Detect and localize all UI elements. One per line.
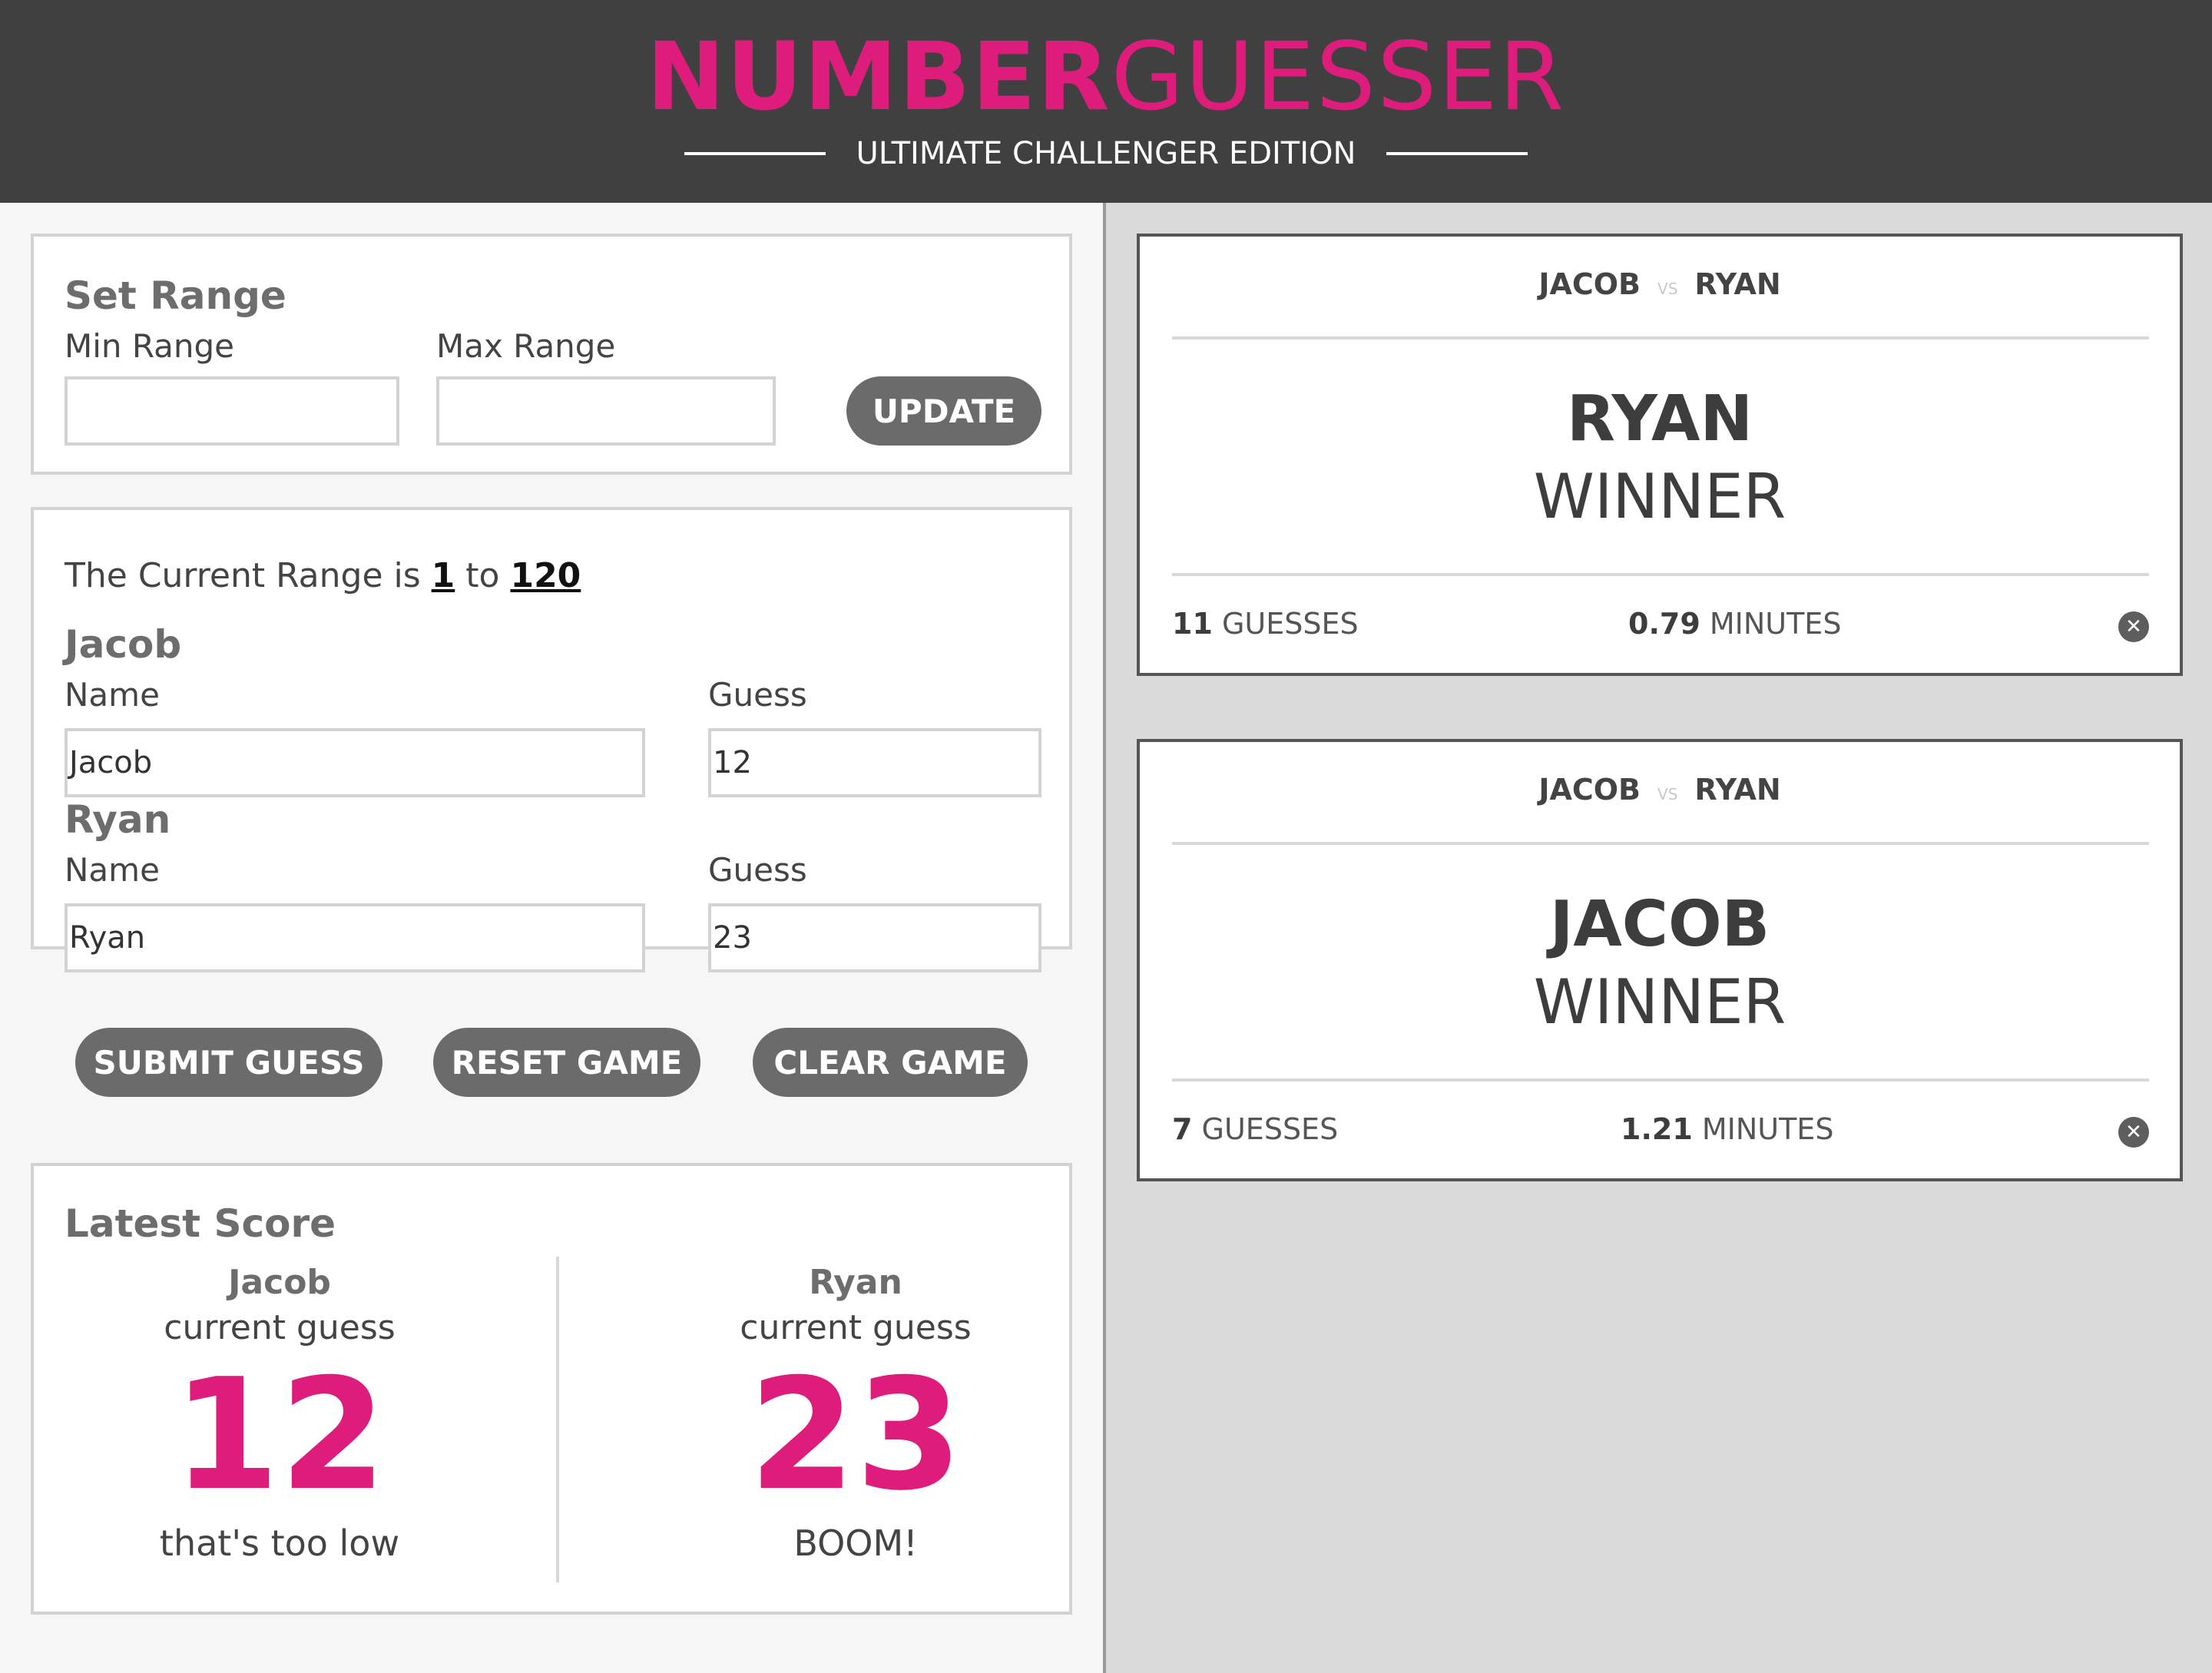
minutes-value: 0.79 bbox=[1628, 607, 1700, 641]
left-panel: Set Range Min Range Max Range UPDATE The… bbox=[0, 203, 1103, 1673]
player1-name-input[interactable]: Jacob bbox=[65, 728, 645, 797]
minutes-label: MINUTES bbox=[1701, 1112, 1834, 1146]
app-subtitle: ULTIMATE CHALLENGER EDITION bbox=[856, 136, 1356, 171]
minutes-label: MINUTES bbox=[1709, 607, 1842, 641]
latest-score-card: Latest Score Jacob current guess 12 that… bbox=[31, 1163, 1072, 1615]
range-min-value: 1 bbox=[431, 556, 455, 595]
winner-label: WINNER bbox=[1533, 461, 1786, 532]
player1-score: Jacob current guess 12 that's too low bbox=[34, 1263, 525, 1564]
matchup-player1: JACOB bbox=[1538, 267, 1641, 301]
winner-name: JACOB bbox=[1549, 888, 1770, 961]
vs-label: VS bbox=[1657, 280, 1678, 298]
close-icon[interactable]: ✕ bbox=[2118, 1117, 2149, 1148]
result-divider-bottom bbox=[1172, 1078, 2149, 1082]
range-to: to bbox=[465, 556, 500, 595]
range-prefix: The Current Range is bbox=[65, 556, 421, 595]
player2-score-name: Ryan bbox=[809, 1263, 902, 1302]
minutes-elapsed: 0.79 MINUTES bbox=[1628, 607, 1841, 641]
player2-score-message: BOOM! bbox=[793, 1522, 918, 1564]
close-icon[interactable]: ✕ bbox=[2118, 611, 2149, 642]
matchup-player1: JACOB bbox=[1538, 773, 1641, 807]
clear-game-button[interactable]: CLEAR GAME bbox=[753, 1028, 1028, 1097]
player2-score: Ryan current guess 23 BOOM! bbox=[610, 1263, 1101, 1564]
set-range-card: Set Range Min Range Max Range UPDATE bbox=[31, 234, 1072, 475]
guesses-value: 7 bbox=[1172, 1112, 1193, 1146]
player1-score-message: that's too low bbox=[159, 1522, 400, 1564]
result-card: JACOB VS RYAN JACOB WINNER 7 GUESSES 1.21 … bbox=[1137, 739, 2183, 1181]
min-range-label: Min Range bbox=[65, 327, 234, 365]
subtitle-right-rule bbox=[1386, 152, 1528, 155]
guesses-value: 11 bbox=[1172, 607, 1213, 641]
player1-score-name: Jacob bbox=[228, 1263, 331, 1302]
player1-guess-input[interactable]: 12 bbox=[708, 728, 1041, 797]
subtitle-row: ULTIMATE CHALLENGER EDITION bbox=[0, 132, 2212, 175]
player1-score-value: 12 bbox=[172, 1346, 387, 1525]
matchup-player2: RYAN bbox=[1694, 267, 1781, 301]
matchup-player2: RYAN bbox=[1694, 773, 1781, 807]
app-title-light: GUESSER bbox=[1111, 22, 1566, 131]
player1-guess-label: Guess bbox=[708, 676, 807, 714]
reset-game-button[interactable]: RESET GAME bbox=[433, 1028, 700, 1097]
max-range-input[interactable] bbox=[436, 376, 776, 446]
player2-guess-label: Guess bbox=[708, 851, 807, 889]
player2-heading: Ryan bbox=[65, 797, 171, 842]
max-range-label: Max Range bbox=[436, 327, 616, 365]
min-range-input[interactable] bbox=[65, 376, 399, 446]
matchup: JACOB VS RYAN bbox=[1140, 773, 2180, 807]
app-header: NUMBERGUESSER ULTIMATE CHALLENGER EDITIO… bbox=[0, 0, 2212, 203]
winner-label: WINNER bbox=[1533, 966, 1786, 1038]
player2-guess-input[interactable]: 23 bbox=[708, 903, 1041, 972]
guesses-count: 7 GUESSES bbox=[1172, 1112, 1338, 1146]
latest-score-title: Latest Score bbox=[65, 1201, 336, 1246]
subtitle-left-rule bbox=[684, 152, 826, 155]
current-range-text: The Current Range is 1 to 120 bbox=[65, 556, 581, 595]
matchup: JACOB VS RYAN bbox=[1140, 267, 2180, 301]
result-divider-top bbox=[1172, 336, 2149, 340]
player2-score-value: 23 bbox=[748, 1346, 963, 1525]
app-title-bold: NUMBER bbox=[646, 22, 1111, 131]
result-divider-bottom bbox=[1172, 573, 2149, 576]
game-card: The Current Range is 1 to 120 Jacob Name… bbox=[31, 507, 1072, 972]
result-card: JACOB VS RYAN RYAN WINNER 11 GUESSES 0.79 … bbox=[1137, 234, 2183, 676]
update-button[interactable]: UPDATE bbox=[846, 376, 1041, 446]
player1-name-label: Name bbox=[65, 676, 160, 714]
minutes-value: 1.21 bbox=[1621, 1112, 1693, 1146]
range-max-value: 120 bbox=[510, 556, 581, 595]
results-panel: JACOB VS RYAN RYAN WINNER 11 GUESSES 0.79 … bbox=[1106, 203, 2212, 1673]
winner-name: RYAN bbox=[1566, 383, 1753, 456]
app-title: NUMBERGUESSER bbox=[0, 23, 2212, 131]
result-divider-top bbox=[1172, 842, 2149, 845]
guesses-count: 11 GUESSES bbox=[1172, 607, 1359, 641]
minutes-elapsed: 1.21 MINUTES bbox=[1621, 1112, 1833, 1146]
submit-guess-button[interactable]: SUBMIT GUESS bbox=[75, 1028, 382, 1097]
vs-label: VS bbox=[1657, 785, 1678, 803]
set-range-title: Set Range bbox=[65, 273, 286, 318]
player2-score-sub: current guess bbox=[740, 1308, 972, 1347]
guesses-label: GUESSES bbox=[1221, 607, 1359, 641]
player2-name-label: Name bbox=[65, 851, 160, 889]
score-divider bbox=[556, 1257, 559, 1582]
player1-heading: Jacob bbox=[65, 622, 182, 667]
guesses-label: GUESSES bbox=[1201, 1112, 1339, 1146]
player2-name-input[interactable]: Ryan bbox=[65, 903, 645, 972]
player1-score-sub: current guess bbox=[164, 1308, 396, 1347]
